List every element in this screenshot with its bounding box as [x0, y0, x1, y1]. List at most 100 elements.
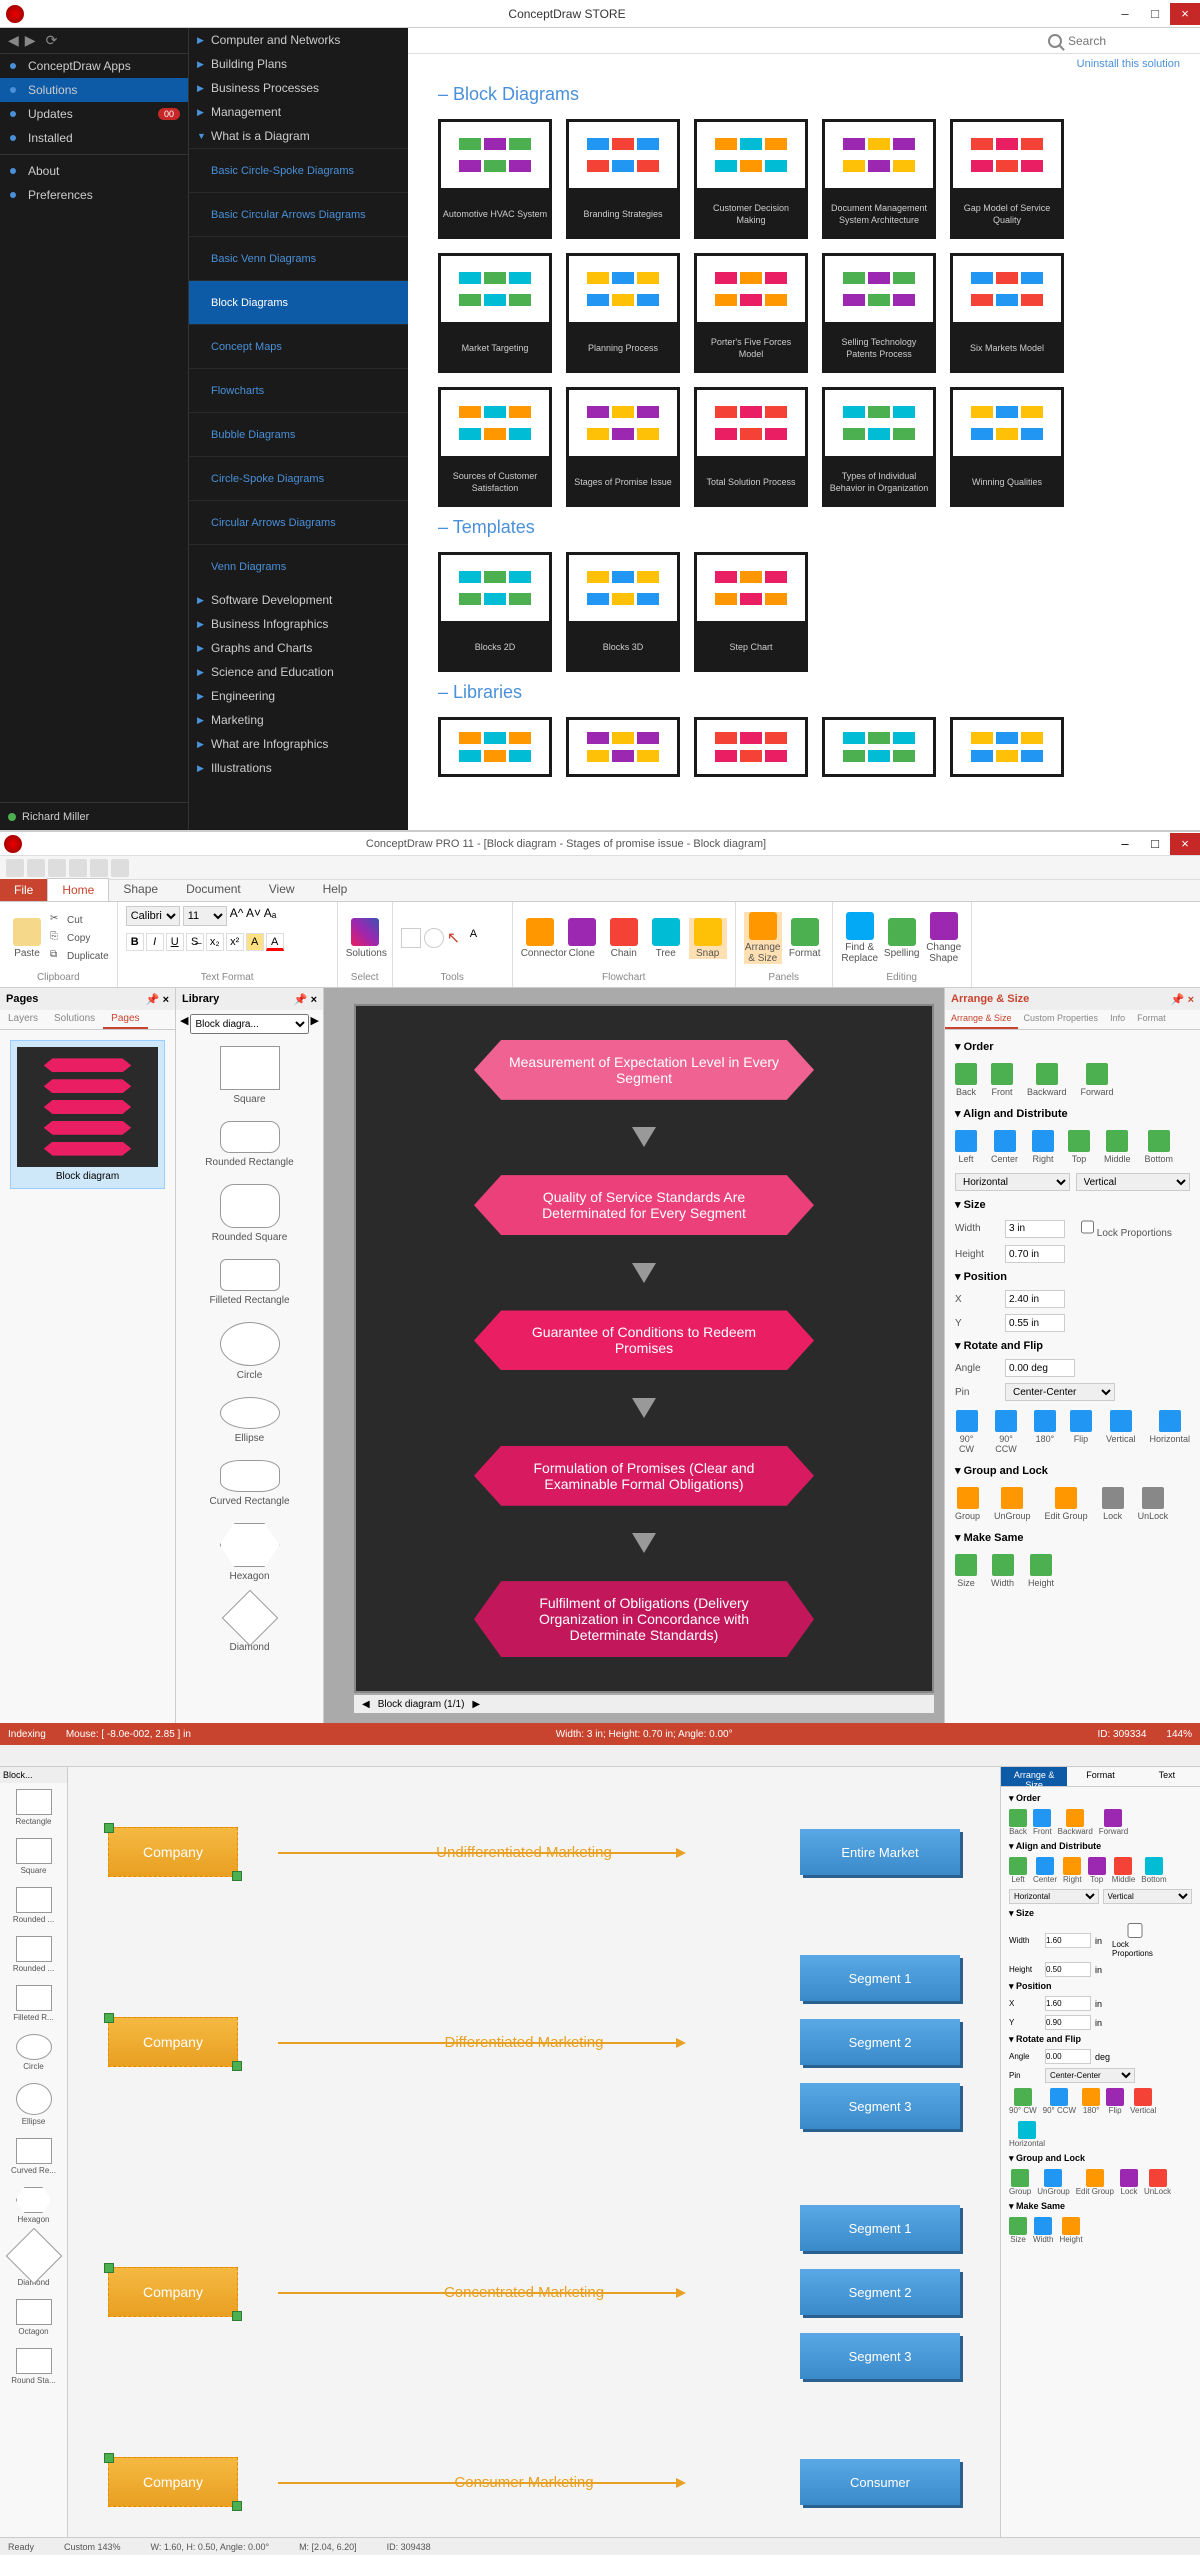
snap-button[interactable]: Snap [689, 918, 727, 959]
diagram-card[interactable]: Six Markets Model [950, 253, 1064, 373]
section-position[interactable]: Position [1009, 1979, 1192, 1994]
prop-action[interactable]: Group [1009, 2169, 1031, 2196]
change-shape-button[interactable]: Change Shape [925, 912, 963, 964]
target-box[interactable]: Segment 3 [800, 2083, 960, 2129]
library-card[interactable] [694, 717, 808, 777]
angle-input[interactable] [1005, 1359, 1075, 1377]
category-item[interactable]: ▶Business Processes [189, 76, 408, 100]
prop-action[interactable]: Right [1063, 1857, 1082, 1884]
category-item[interactable]: ▶Computer and Networks [189, 28, 408, 52]
font-color-button[interactable]: A [266, 933, 284, 951]
diagram-card[interactable]: Types of Individual Behavior in Organiza… [822, 387, 936, 507]
y-input[interactable] [1005, 1314, 1065, 1332]
library-card[interactable] [950, 717, 1064, 777]
category-item[interactable]: ▼What is a Diagram [189, 124, 408, 148]
prop-action[interactable]: Back [955, 1063, 977, 1097]
target-box[interactable]: Segment 2 [800, 2019, 960, 2065]
highlight-button[interactable]: A [246, 933, 264, 951]
section-order[interactable]: Order [955, 1036, 1190, 1057]
prop-action[interactable]: Middle [1112, 1857, 1136, 1884]
prop-action[interactable]: Vertical [1106, 1410, 1136, 1454]
strike-button[interactable]: S̶ [186, 933, 204, 951]
maximize-button[interactable]: □ [1140, 833, 1170, 855]
find-button[interactable]: Find & Replace [841, 912, 879, 964]
prop-action[interactable]: Forward [1081, 1063, 1114, 1097]
section-make[interactable]: Make Same [1009, 2199, 1192, 2214]
user-row[interactable]: Richard Miller [0, 802, 188, 830]
width-input[interactable] [1045, 1933, 1091, 1948]
prop-action[interactable]: Horizontal [1149, 1410, 1190, 1454]
section-group[interactable]: Group and Lock [955, 1460, 1190, 1481]
subcategory-item[interactable]: Venn Diagrams [189, 544, 408, 588]
props-tab[interactable]: Format [1067, 1767, 1133, 1786]
qat-icon[interactable] [48, 859, 66, 877]
subcategory-item[interactable]: Basic Circle-Spoke Diagrams [189, 148, 408, 192]
prop-action[interactable]: Backward [1058, 1809, 1093, 1836]
target-box[interactable]: Segment 2 [800, 2269, 960, 2315]
page-thumbnail[interactable]: Block diagram [10, 1040, 165, 1189]
pages-tab[interactable]: Layers [0, 1010, 46, 1029]
prop-action[interactable]: Bottom [1145, 1130, 1174, 1164]
prop-action[interactable]: Top [1088, 1857, 1106, 1884]
prop-action[interactable]: UnLock [1144, 2169, 1171, 2196]
flow-node[interactable]: Quality of Service Standards Are Determi… [474, 1175, 814, 1235]
props-tab[interactable]: Arrange & Size [1001, 1767, 1067, 1786]
page-tab-prev[interactable]: ◀ [362, 1699, 370, 1710]
company-box[interactable]: Company [108, 2017, 238, 2067]
pin-select[interactable]: Center-Center [1005, 1383, 1115, 1401]
ellipse-tool[interactable] [424, 928, 444, 948]
prop-action[interactable]: Left [1009, 1857, 1027, 1884]
chain-button[interactable]: Chain [605, 918, 643, 959]
h-dist[interactable]: Horizontal [1009, 1889, 1099, 1904]
subcategory-item[interactable]: Block Diagrams [189, 280, 408, 324]
ribbon-tab[interactable]: View [255, 878, 309, 901]
prop-action[interactable]: Edit Group [1076, 2169, 1114, 2196]
sidebar-item[interactable]: Updates00 [0, 102, 188, 126]
prop-action[interactable]: Back [1009, 1809, 1027, 1836]
diagram-card[interactable]: Customer Decision Making [694, 119, 808, 239]
lock-prop[interactable] [1112, 1923, 1158, 1938]
solutions-button[interactable]: Solutions [346, 918, 384, 959]
tree-button[interactable]: Tree [647, 918, 685, 959]
prop-action[interactable]: Size [955, 1554, 977, 1588]
library-shape[interactable]: Hexagon [0, 2181, 67, 2230]
qat-icon[interactable] [90, 859, 108, 877]
prop-action[interactable]: Top [1068, 1130, 1090, 1164]
prop-action[interactable]: Horizontal [1009, 2121, 1045, 2148]
qat-icon[interactable] [27, 859, 45, 877]
prop-action[interactable]: Front [1033, 1809, 1052, 1836]
pointer-tool[interactable]: ↖ [447, 928, 467, 948]
category-item[interactable]: ▶Business Infographics [189, 612, 408, 636]
sidebar-item[interactable]: About [0, 159, 188, 183]
section-group[interactable]: Group and Lock [1009, 2151, 1192, 2166]
height-input[interactable] [1045, 1962, 1091, 1977]
cut-button[interactable]: ✂Cut [50, 911, 109, 929]
qat-icon[interactable] [111, 859, 129, 877]
diagram-card[interactable]: Selling Technology Patents Process [822, 253, 936, 373]
page-tab[interactable]: Block diagram (1/1) [378, 1699, 465, 1710]
pages-tab[interactable]: Solutions [46, 1010, 103, 1029]
subscript-button[interactable]: x₂ [206, 933, 224, 951]
template-card[interactable]: Step Chart [694, 552, 808, 672]
y-input[interactable] [1045, 2015, 1091, 2030]
library-shape[interactable]: Circle [0, 2028, 67, 2077]
qat-icon[interactable] [69, 859, 87, 877]
prop-action[interactable]: UnGroup [994, 1487, 1031, 1521]
copy-button[interactable]: ⎘Copy [50, 929, 109, 947]
pin-icon[interactable]: 📌 × [146, 993, 169, 1006]
category-item[interactable]: ▶Engineering [189, 684, 408, 708]
library-shape[interactable]: Diamond [0, 2230, 67, 2293]
library-shape[interactable]: Filleted Rectangle [176, 1251, 323, 1314]
v-dist[interactable]: Vertical [1103, 1889, 1193, 1904]
v-distribute[interactable]: Vertical [1076, 1173, 1191, 1191]
sidebar-item[interactable]: Installed [0, 126, 188, 150]
library-card[interactable] [566, 717, 680, 777]
diagram-card[interactable]: Winning Qualities [950, 387, 1064, 507]
flow-node[interactable]: Formulation of Promises (Clear and Exami… [474, 1446, 814, 1506]
minimize-button[interactable]: – [1110, 3, 1140, 25]
text-tool[interactable]: A [470, 928, 490, 948]
target-box[interactable]: Segment 1 [800, 2205, 960, 2251]
italic-button[interactable]: I [146, 933, 164, 951]
prop-action[interactable]: 90° CCW [1043, 2088, 1076, 2115]
library-shape[interactable]: Hexagon [176, 1515, 323, 1590]
